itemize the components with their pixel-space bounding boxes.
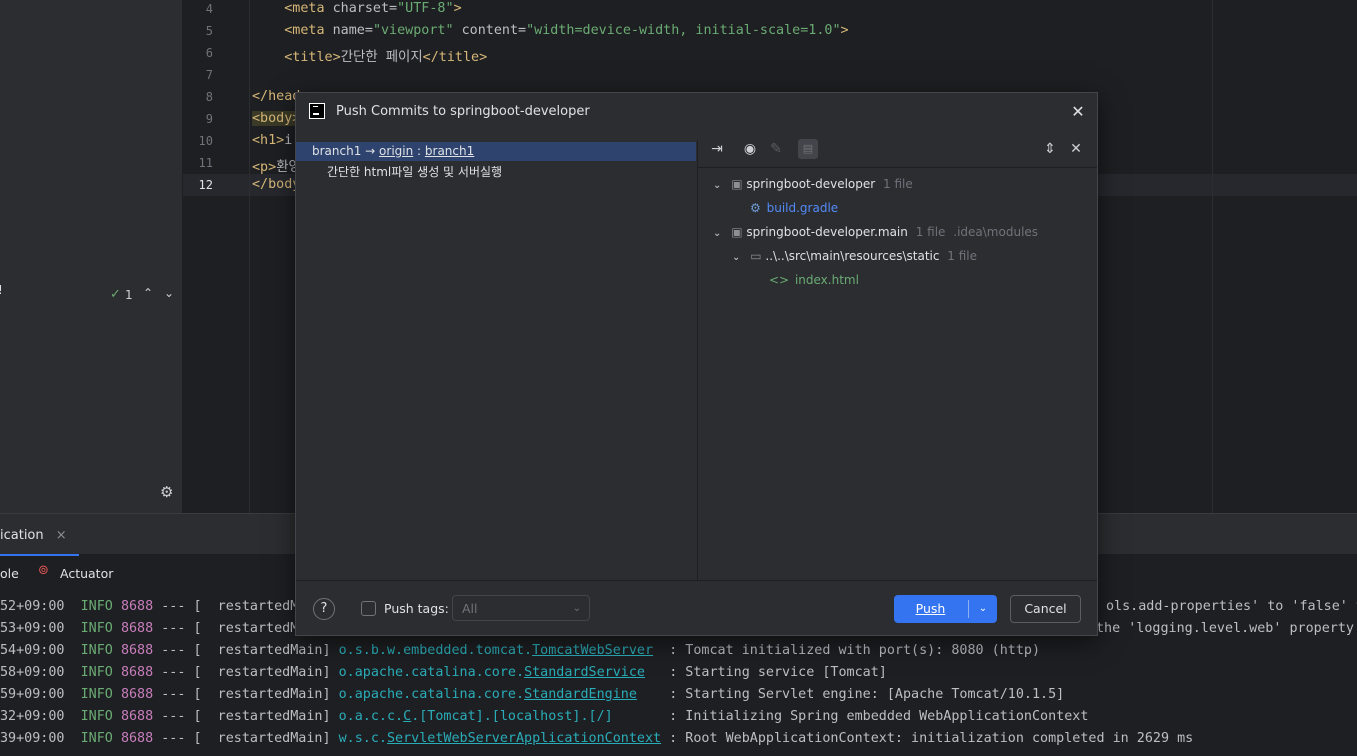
chevron-down-icon[interactable]: ⌄ bbox=[713, 180, 721, 191]
module-folder-icon: ▣ bbox=[731, 177, 743, 191]
branch-colon: : bbox=[413, 144, 425, 158]
line-number: 9 bbox=[205, 112, 213, 126]
collapse-all-icon[interactable]: ✕ bbox=[1066, 139, 1086, 159]
commit-item[interactable]: 간단한 html파일 생성 및 서버실행 bbox=[327, 163, 502, 180]
line-number: 6 bbox=[205, 46, 213, 60]
code-line: </head bbox=[252, 89, 301, 104]
diff-icon[interactable]: ▤ bbox=[798, 139, 818, 159]
chevron-down-icon[interactable]: ⌄ bbox=[969, 595, 997, 623]
expand-all-icon[interactable]: ⇕ bbox=[1040, 139, 1060, 159]
chevron-down-icon[interactable]: ⌄ bbox=[732, 252, 740, 263]
tree-node-count: 1 file bbox=[915, 225, 946, 239]
log-line: 32+09:00 INFO 8688 --- [ restartedMain] … bbox=[0, 709, 1089, 724]
module-folder-icon: ▣ bbox=[731, 225, 743, 239]
tree-file-label: build.gradle bbox=[766, 201, 839, 215]
gear-icon[interactable]: ⚙ bbox=[160, 483, 173, 501]
close-icon[interactable]: ✕ bbox=[1067, 101, 1089, 123]
tree-node-directory[interactable]: ⌄ ▭ ..\..\src\main\resources\static 1 fi… bbox=[732, 247, 977, 267]
code-line: </body bbox=[252, 177, 301, 192]
line-number: 8 bbox=[205, 90, 213, 104]
tab-console[interactable]: ole bbox=[0, 566, 19, 581]
edit-icon[interactable]: ✎ bbox=[766, 139, 786, 159]
line-number: 5 bbox=[205, 24, 213, 38]
code-line: <meta charset="UTF-8"> bbox=[284, 1, 462, 16]
chevron-up-icon[interactable]: ⌃ bbox=[143, 286, 153, 300]
right-margin-guide bbox=[1212, 0, 1213, 513]
dialog-footer: ? Push tags: All ⌄ Push ⌄ Cancel bbox=[296, 580, 1097, 636]
dialog-title-bar[interactable]: Push Commits to springboot-developer ✕ bbox=[296, 93, 1097, 131]
html-file-icon: <> bbox=[769, 273, 790, 287]
push-commits-dialog: Push Commits to springboot-developer ✕ b… bbox=[295, 92, 1098, 636]
branch-row[interactable]: branch1 → origin : branch1 bbox=[296, 142, 696, 161]
log-message: the 'logging.level.web' property t bbox=[1096, 621, 1357, 636]
tree-file-item[interactable]: ⚙ build.gradle bbox=[750, 199, 838, 217]
tree-node-count: 1 file bbox=[947, 249, 978, 263]
chevron-down-icon[interactable]: ⌄ bbox=[164, 286, 174, 300]
log-message: ols.add-properties' to 'false' to bbox=[1106, 599, 1357, 614]
actuator-icon: ⊚ bbox=[38, 563, 49, 578]
problems-panel: ! ✓ 1 ⌃ ⌄ ⚙ bbox=[0, 283, 182, 513]
code-line: <title>간단한 페이지</title> bbox=[284, 50, 488, 65]
code-line: <h1>i bbox=[252, 133, 293, 148]
push-label: Push bbox=[915, 601, 946, 616]
tags-select-value: All bbox=[462, 601, 478, 616]
check-count: 1 bbox=[125, 288, 133, 302]
push-tags-checkbox[interactable] bbox=[361, 601, 376, 616]
code-line: <p>환영 bbox=[252, 160, 301, 175]
line-number: 10 bbox=[198, 134, 213, 148]
tree-node-label: springboot-developer bbox=[746, 177, 876, 191]
help-button[interactable]: ? bbox=[313, 598, 335, 620]
tags-select[interactable]: All ⌄ bbox=[452, 595, 590, 621]
tab-label: ication bbox=[0, 528, 44, 543]
branch-arrow: → bbox=[361, 144, 380, 158]
gradle-icon: ⚙ bbox=[750, 201, 761, 215]
tree-node-module[interactable]: ⌄ ▣ springboot-developer 1 file bbox=[713, 175, 913, 195]
line-number: 7 bbox=[205, 68, 213, 82]
remote-link[interactable]: origin bbox=[379, 144, 413, 158]
project-panel: ! ✓ 1 ⌃ ⌄ ⚙ bbox=[0, 0, 183, 513]
code-line: <body> bbox=[252, 111, 301, 126]
local-branch: branch1 bbox=[312, 144, 362, 158]
tree-file-item[interactable]: <> index.html bbox=[769, 271, 859, 289]
tree-file-label: index.html bbox=[794, 273, 859, 287]
changed-files-pane: ⇥ ◉ ✎ ▤ ⇕ ✕ ⌄ ▣ springboot-developer 1 f… bbox=[698, 131, 1097, 580]
tree-node-path: .idea\modules bbox=[953, 225, 1039, 239]
eye-icon[interactable]: ◉ bbox=[740, 139, 760, 159]
tab-actuator[interactable]: Actuator bbox=[60, 566, 113, 581]
tree-node-module[interactable]: ⌄ ▣ springboot-developer.main 1 file .id… bbox=[713, 223, 1038, 243]
tree-node-count: 1 file bbox=[883, 177, 913, 191]
log-line: 58+09:00 INFO 8688 --- [ restartedMain] … bbox=[0, 665, 887, 680]
close-icon[interactable]: × bbox=[56, 528, 67, 543]
merge-icon[interactable]: ⇥ bbox=[707, 139, 727, 159]
line-number: 4 bbox=[205, 2, 213, 16]
marker-text: ! bbox=[0, 283, 3, 297]
tree-node-label: springboot-developer.main bbox=[746, 225, 908, 239]
cancel-button[interactable]: Cancel bbox=[1010, 595, 1081, 623]
log-line: 59+09:00 INFO 8688 --- [ restartedMain] … bbox=[0, 687, 1065, 702]
code-line: <meta name="viewport" content="width=dev… bbox=[284, 23, 849, 38]
log-line: 52+09:00 INFO 8688 --- [ restartedMain] bbox=[0, 599, 331, 614]
chevron-down-icon[interactable]: ⌄ bbox=[713, 228, 721, 239]
line-number: 11 bbox=[198, 156, 213, 170]
target-branch-link[interactable]: branch1 bbox=[425, 144, 474, 158]
chevron-down-icon: ⌄ bbox=[572, 603, 581, 614]
folder-icon: ▭ bbox=[750, 249, 762, 263]
commits-pane: branch1 → origin : branch1 간단한 html파일 생성… bbox=[296, 140, 698, 580]
intellij-app-icon bbox=[309, 103, 325, 119]
line-number: 12 bbox=[198, 178, 213, 192]
push-button[interactable]: Push ⌄ bbox=[894, 595, 997, 623]
log-line: 54+09:00 INFO 8688 --- [ restartedMain] … bbox=[0, 643, 1041, 658]
log-line: 53+09:00 INFO 8688 --- [ restartedMain] bbox=[0, 621, 331, 636]
tab-application[interactable]: ication × bbox=[0, 524, 79, 556]
push-tags-label: Push tags: bbox=[384, 601, 449, 616]
tree-dir-label: ..\..\src\main\resources\static bbox=[765, 249, 940, 263]
log-line: 39+09:00 INFO 8688 --- [ restartedMain] … bbox=[0, 731, 1194, 746]
files-toolbar: ⇥ ◉ ✎ ▤ ⇕ ✕ bbox=[698, 131, 1097, 168]
dialog-title: Push Commits to springboot-developer bbox=[336, 104, 590, 119]
checkmark-icon[interactable]: ✓ bbox=[110, 287, 121, 302]
